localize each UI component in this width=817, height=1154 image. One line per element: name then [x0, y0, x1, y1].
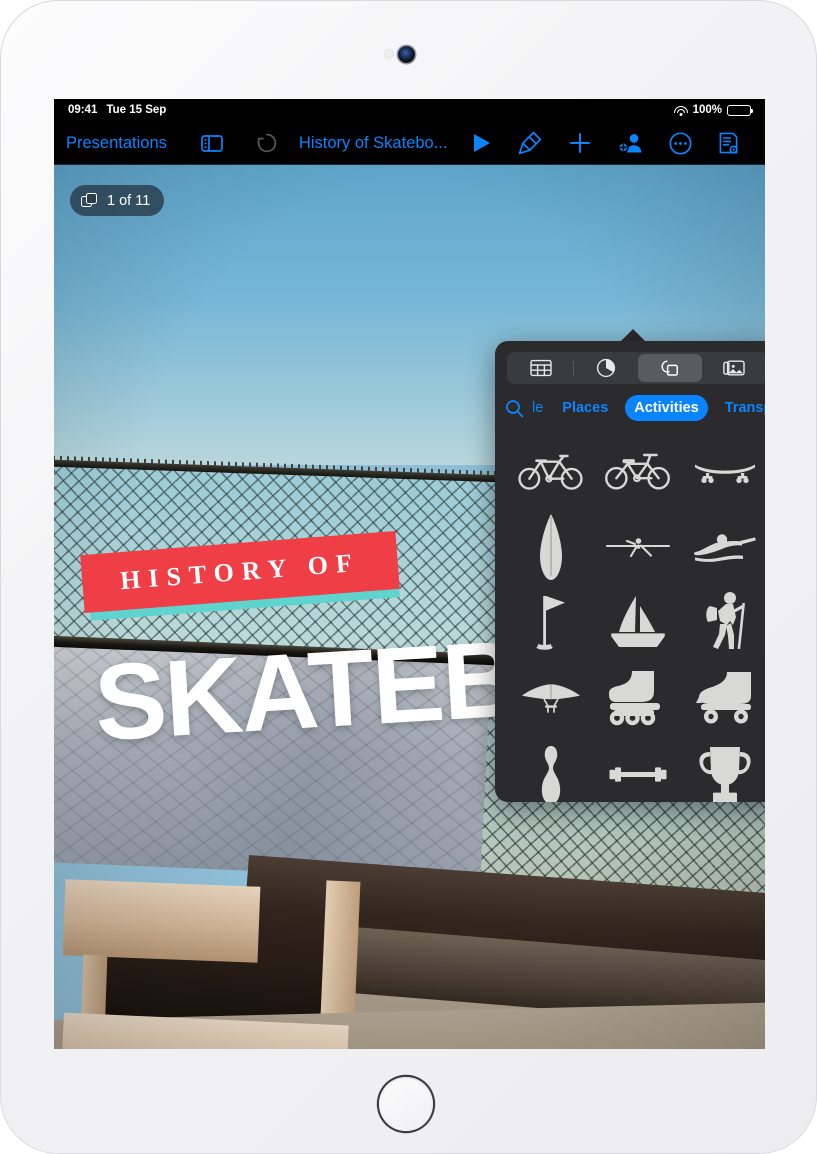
shape-mountain-bicycle[interactable]	[594, 433, 681, 509]
category-chip-transport[interactable]: Transport	[716, 395, 765, 421]
status-date: Tue 15 Sep	[106, 104, 167, 116]
play-icon[interactable]	[469, 131, 493, 155]
shape-bowling-pin[interactable]	[507, 737, 594, 802]
document-options-icon[interactable]	[717, 130, 740, 156]
slide-background-plywood-top	[62, 879, 261, 963]
shape-golf-flag[interactable]	[507, 585, 594, 661]
device-screen: 09:41 Tue 15 Sep 100% Presentations Hist…	[54, 99, 765, 1049]
shape-skateboard[interactable]	[682, 433, 765, 509]
add-plus-icon[interactable]	[567, 130, 593, 156]
slide-canvas[interactable]: HISTORY OF SKATEBOARDING 1 of 11 le Plac…	[54, 165, 765, 1049]
search-icon[interactable]	[505, 399, 524, 418]
undo-icon[interactable]	[255, 131, 279, 155]
front-camera-lens-icon	[398, 46, 415, 63]
document-title[interactable]: History of Skatebo...	[299, 134, 448, 153]
segment-shape[interactable]	[638, 354, 702, 382]
slide-counter-label: 1 of 11	[107, 192, 151, 209]
shape-surfboard[interactable]	[507, 509, 594, 585]
shape-inline-skate[interactable]	[594, 661, 681, 737]
shape-category-bar: le Places Activities Transport	[505, 393, 765, 423]
battery-full-icon	[727, 104, 754, 116]
category-chip-activities[interactable]: Activities	[625, 395, 708, 421]
format-brush-icon[interactable]	[517, 130, 543, 156]
sidebar-toggle-icon[interactable]	[199, 130, 225, 156]
insert-segmented-control	[507, 352, 765, 384]
ambient-sensor-icon	[384, 49, 394, 59]
shape-trophy[interactable]	[682, 737, 765, 802]
category-chip-places[interactable]: Places	[553, 395, 617, 421]
ipad-device-frame: 09:41 Tue 15 Sep 100% Presentations Hist…	[0, 0, 817, 1154]
status-time: 09:41	[68, 104, 98, 116]
more-ellipsis-icon[interactable]	[668, 131, 693, 156]
collaborate-person-add-icon[interactable]	[617, 131, 644, 155]
home-button[interactable]	[379, 1077, 433, 1131]
battery-percent-label: 100%	[692, 104, 722, 116]
shape-dumbbell[interactable]	[594, 737, 681, 802]
shape-hang-glider[interactable]	[507, 661, 594, 737]
category-chip-truncated[interactable]: le	[532, 395, 545, 421]
segment-chart[interactable]	[574, 354, 638, 382]
insert-popover: le Places Activities Transport	[495, 341, 765, 802]
title-banner-label: HISTORY OF	[119, 547, 361, 596]
back-to-presentations-button[interactable]: Presentations	[66, 134, 167, 153]
segment-media[interactable]	[702, 354, 765, 382]
shape-rowing-scull[interactable]	[594, 509, 681, 585]
segment-table[interactable]	[509, 354, 573, 382]
shape-roller-skate[interactable]	[682, 661, 765, 737]
shape-hiker[interactable]	[682, 585, 765, 661]
slides-stack-icon	[81, 192, 98, 209]
shape-swimmer[interactable]	[682, 509, 765, 585]
wifi-icon	[673, 105, 688, 116]
app-toolbar: Presentations History of Skatebo...	[54, 121, 765, 165]
slide-counter-badge[interactable]: 1 of 11	[70, 185, 165, 216]
status-bar: 09:41 Tue 15 Sep 100%	[54, 99, 765, 121]
shape-road-bicycle[interactable]	[507, 433, 594, 509]
shape-grid	[507, 433, 765, 802]
shape-sailboat[interactable]	[594, 585, 681, 661]
